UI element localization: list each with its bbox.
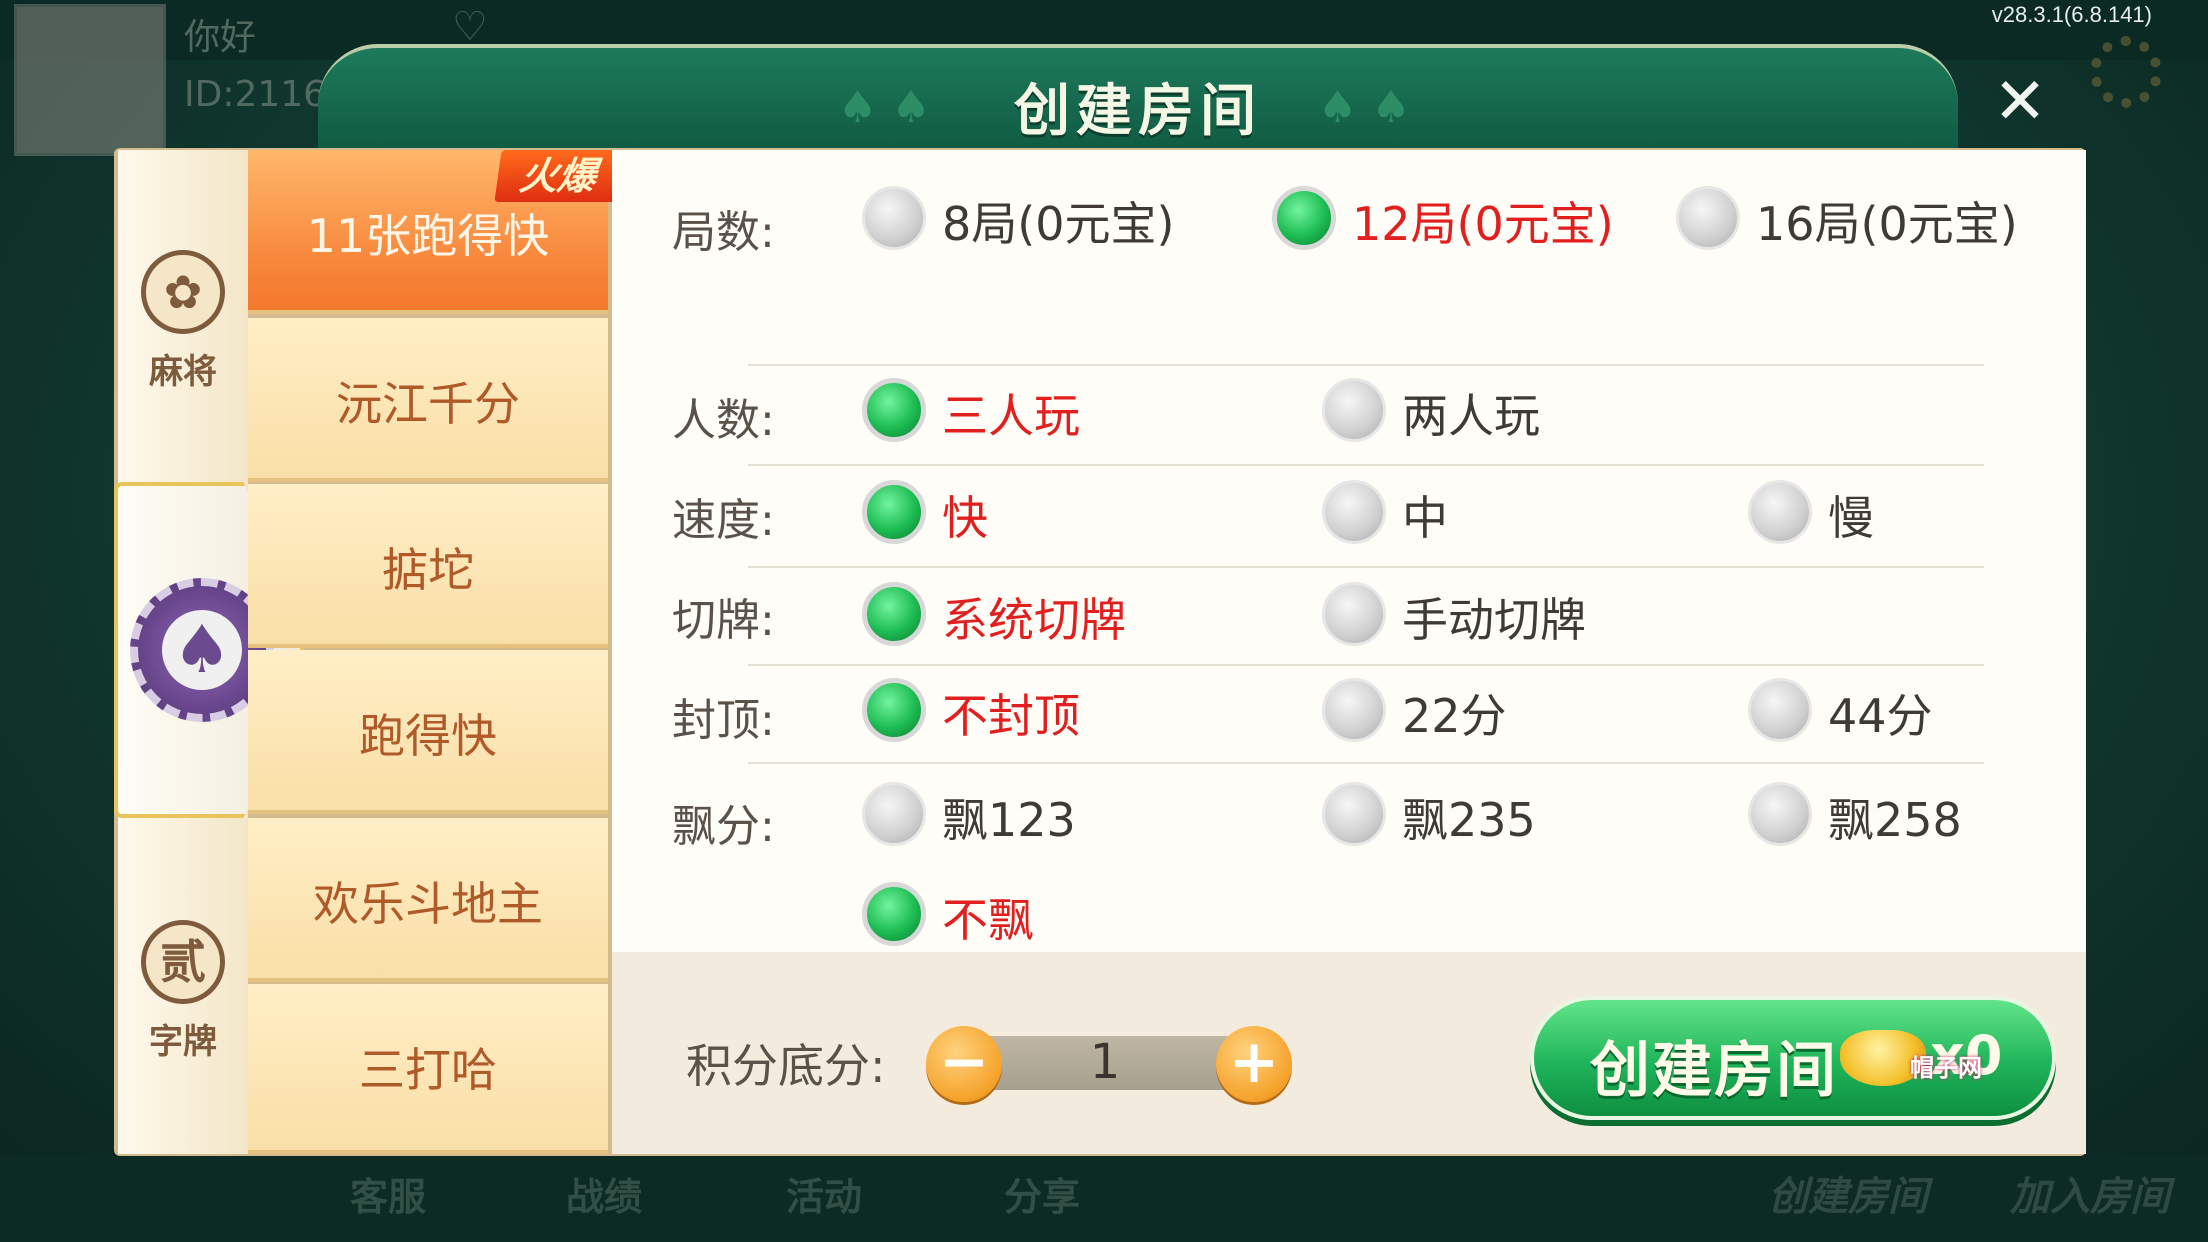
option-label: 三人玩: [942, 389, 1080, 443]
option-label: 飘258: [1828, 793, 1962, 847]
watermark-text: 帽子网: [1910, 1054, 1982, 1082]
float-label: 飘分:: [672, 801, 775, 852]
option-label: 系统切牌: [942, 593, 1126, 647]
option-label: 两人玩: [1402, 389, 1540, 443]
radio-on-icon: [862, 378, 926, 442]
game-tab-label: 掂坨: [382, 543, 474, 597]
rounds-label: 局数:: [672, 207, 775, 258]
radio-off-icon: [1748, 782, 1812, 846]
shuffle-label: 切牌:: [672, 595, 775, 646]
base-score-value: 1: [1089, 1034, 1121, 1090]
plus-button[interactable]: +: [1216, 1026, 1292, 1102]
option-label: 16局(0元宝): [1756, 197, 2018, 251]
radio-on-icon: [862, 882, 926, 946]
divider: [748, 566, 1984, 568]
game-tab-label: 三打哈: [359, 1043, 497, 1097]
base-score-label: 积分底分:: [686, 1039, 886, 1093]
share-button: 分享: [1004, 1175, 1081, 1219]
radio-off-icon: [862, 186, 926, 250]
service-button: 客服: [350, 1175, 427, 1219]
minus-button[interactable]: −: [926, 1026, 1002, 1102]
divider: [748, 464, 1984, 466]
lobby-create-room-button: 创建房间: [1768, 1174, 1928, 1220]
zipai-icon: 贰: [141, 920, 225, 1004]
players-label: 人数:: [672, 395, 775, 446]
option-label: 22分: [1402, 689, 1507, 743]
radio-off-icon: [1322, 782, 1386, 846]
activity-button: 活动: [786, 1175, 863, 1219]
record-button: 战绩: [566, 1175, 643, 1219]
radio-off-icon: [1322, 378, 1386, 442]
option-label: 12局(0元宝): [1352, 197, 1614, 251]
option-label: 8局(0元宝): [942, 197, 1175, 251]
game-tab-diantuo[interactable]: 掂坨: [248, 484, 608, 648]
close-icon[interactable]: ✕: [1990, 70, 2050, 134]
radio-off-icon: [1748, 480, 1812, 544]
cap-label: 封顶:: [672, 695, 775, 746]
gear-icon: [2090, 36, 2162, 108]
option-label: 手动切牌: [1402, 593, 1586, 647]
divider: [748, 664, 1984, 666]
avatar: [14, 4, 166, 156]
category-label: 字牌: [149, 1022, 217, 1062]
radio-off-icon: [1676, 186, 1740, 250]
radio-off-icon: [1322, 678, 1386, 742]
radio-on-icon: [862, 582, 926, 646]
hot-badge: 火爆: [494, 150, 622, 202]
game-tab-sandaha[interactable]: 三打哈: [248, 984, 608, 1154]
option-label: 飘123: [942, 793, 1076, 847]
category-label: 麻将: [149, 352, 217, 392]
version-label: v28.3.1(6.8.141): [1991, 2, 2152, 27]
game-tab-label: 跑得快: [359, 709, 497, 763]
divider: [748, 364, 1984, 366]
game-tab-yuanjiang-qianfen[interactable]: 沅江千分: [248, 318, 608, 482]
option-label: 中: [1402, 491, 1448, 545]
radio-off-icon: [862, 782, 926, 846]
option-label: 飘235: [1402, 793, 1536, 847]
category-zipai[interactable]: 贰 字牌: [118, 920, 248, 1063]
spade-icon: ♠: [162, 610, 242, 690]
radio-off-icon: [1748, 678, 1812, 742]
divider: [748, 762, 1984, 764]
category-mahjong[interactable]: ✿ 麻将: [118, 250, 248, 393]
radio-off-icon: [1322, 582, 1386, 646]
option-label: 快: [942, 491, 988, 545]
radio-on-icon: [862, 678, 926, 742]
game-tab-doudizhu[interactable]: 欢乐斗地主: [248, 818, 608, 982]
option-label: 不封顶: [942, 689, 1080, 743]
create-room-label: 创建房间: [1590, 1036, 1838, 1106]
game-tab-label: 沅江千分: [336, 377, 520, 431]
radio-on-icon: [1272, 186, 1336, 250]
option-label: 不飘: [942, 893, 1034, 947]
dialog-header: ♠ ♠ ♠ ♠ 创建房间: [318, 44, 1958, 154]
radio-off-icon: [1322, 480, 1386, 544]
mahjong-icon: ✿: [141, 250, 225, 334]
option-label: 44分: [1828, 689, 1933, 743]
speed-label: 速度:: [672, 495, 775, 546]
radio-on-icon: [862, 480, 926, 544]
greeting-text: 你好: [184, 17, 257, 58]
option-label: 慢: [1828, 491, 1874, 545]
game-tab-label: 欢乐斗地主: [313, 877, 543, 931]
lobby-join-room-button: 加入房间: [2010, 1174, 2170, 1220]
dialog-title: 创建房间: [1014, 79, 1262, 144]
game-tab-paodekuai[interactable]: 跑得快: [248, 650, 608, 814]
